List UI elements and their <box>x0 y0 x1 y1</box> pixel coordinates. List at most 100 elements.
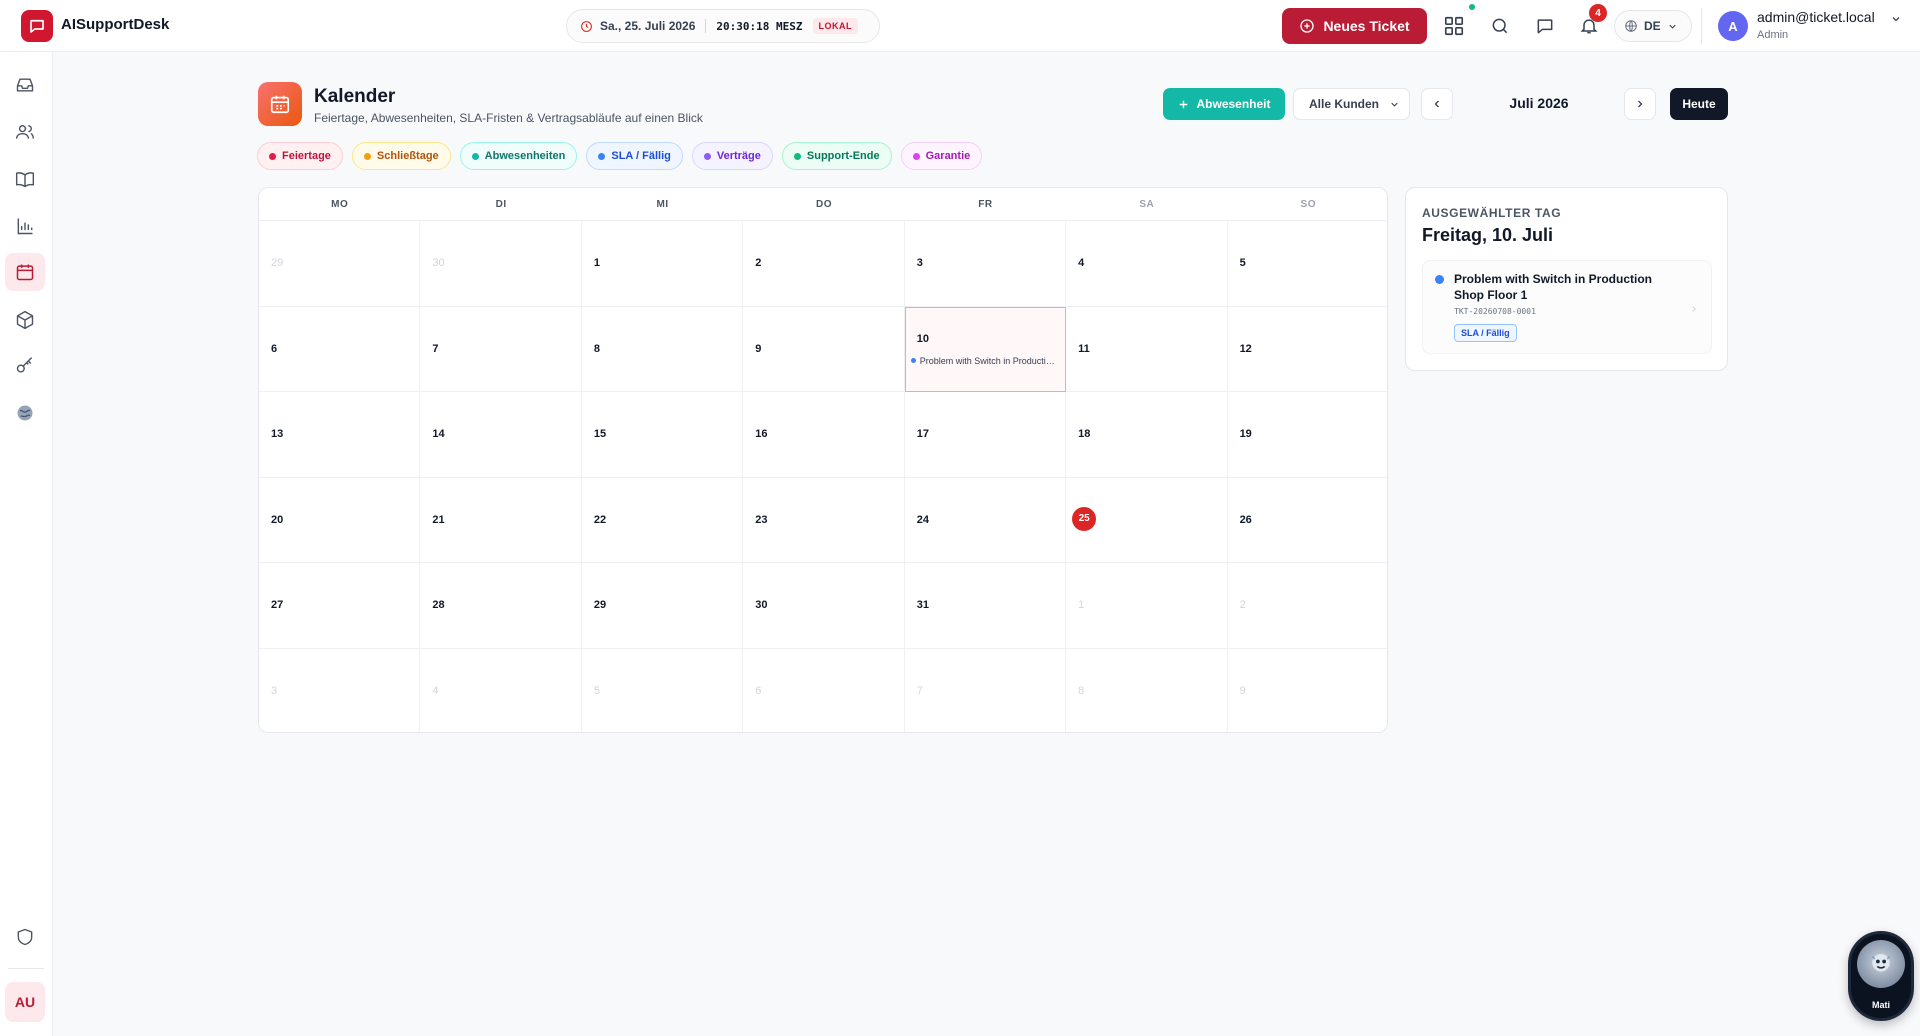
add-absence-label: Abwesenheit <box>1196 97 1271 111</box>
chat-icon[interactable] <box>1531 12 1559 40</box>
day-cell[interactable]: 30 <box>743 563 905 649</box>
day-cell[interactable]: 19 <box>1227 392 1387 478</box>
day-number: 8 <box>593 342 600 355</box>
legend-chip[interactable]: Support-Ende <box>781 142 892 170</box>
day-cell[interactable]: 23 <box>743 477 905 563</box>
sidebar-item-users[interactable] <box>5 113 45 151</box>
day-cell[interactable]: 21 <box>420 477 582 563</box>
day-cell[interactable]: 6 <box>259 306 421 392</box>
day-cell[interactable]: 1 <box>581 221 744 307</box>
day-cell[interactable]: 5 <box>1227 221 1387 307</box>
day-cell[interactable]: 10 Problem with Switch in Production Shop… <box>904 306 1067 392</box>
day-number: 2 <box>755 257 762 269</box>
day-cell[interactable]: 15 <box>581 392 744 478</box>
new-ticket-button[interactable]: Neues Ticket <box>1282 8 1427 44</box>
day-number: 29 <box>271 257 284 269</box>
day-cell[interactable]: 8 <box>581 306 744 392</box>
day-cell[interactable]: 12 <box>1227 307 1387 392</box>
sidebar-item-reports[interactable] <box>5 207 45 245</box>
calendar-grid: 29 30 1 2 3 4 5 6 7 8 9 10 Problem with Switch in Pr… <box>259 221 1387 733</box>
legend-chip[interactable]: SLA / Fällig <box>586 142 683 170</box>
add-absence-button[interactable]: Abwesenheit <box>1163 88 1285 120</box>
sidebar-item-security[interactable] <box>5 918 45 956</box>
today-button[interactable]: Heute <box>1670 88 1728 120</box>
day-number: 22 <box>593 513 607 526</box>
day-cell[interactable]: 1 <box>1066 563 1228 649</box>
inbox-icon <box>16 78 34 92</box>
app-name[interactable]: AISupportDesk <box>61 16 169 33</box>
day-cell[interactable]: 24 <box>904 477 1067 563</box>
day-cell[interactable]: 28 <box>420 563 582 649</box>
weekday-label: SA <box>1139 199 1155 210</box>
assistant-launcher[interactable]: Mati <box>1848 931 1914 1021</box>
sidebar-item-assets[interactable] <box>5 301 45 339</box>
selected-day-panel: AUSGEWÄHLTER TAG Freitag, 10. Juli Probl… <box>1405 187 1728 371</box>
sidebar-item-inbox[interactable] <box>5 66 45 104</box>
day-cell[interactable]: 11 <box>1066 306 1228 392</box>
day-number: 6 <box>271 342 278 355</box>
day-cell[interactable]: 3 <box>904 221 1067 307</box>
selected-day-date: Freitag, 10. Juli <box>1422 225 1554 245</box>
user-avatar[interactable]: A <box>1718 11 1748 41</box>
day-number: 7 <box>916 684 923 697</box>
day-number: 9 <box>755 342 762 355</box>
day-cell[interactable]: 16 <box>743 392 905 478</box>
app-logo-icon[interactable] <box>21 10 53 42</box>
day-cell[interactable]: 2 <box>1227 563 1387 649</box>
bell-icon[interactable]: 4 <box>1575 4 1607 40</box>
legend-chip[interactable]: Verträge <box>691 142 773 170</box>
day-cell[interactable]: 4 <box>1066 221 1228 307</box>
sidebar-item-knowledge[interactable] <box>5 160 45 198</box>
legend-dot <box>363 152 371 160</box>
day-cell[interactable]: 7 <box>420 306 582 392</box>
legend-chip[interactable]: Garantie <box>900 142 983 170</box>
day-cell[interactable]: 22 <box>581 477 744 563</box>
day-cell[interactable]: 2 <box>743 221 905 307</box>
day-cell[interactable]: 9 <box>743 306 905 392</box>
sidebar-item-network[interactable] <box>5 394 45 432</box>
sidebar-item-calendar[interactable] <box>5 253 45 291</box>
day-cell[interactable]: 8 <box>1066 648 1228 732</box>
day-cell[interactable]: 26 <box>1227 478 1387 563</box>
day-cell[interactable]: 6 <box>743 648 905 732</box>
calendar-event[interactable]: Problem with Switch in Production Shop F… <box>910 356 1059 366</box>
language-selector[interactable]: DE <box>1614 10 1692 42</box>
day-cell[interactable]: 27 <box>259 563 421 649</box>
day-cell[interactable]: 5 <box>582 648 744 732</box>
previous-month-button[interactable] <box>1421 88 1453 120</box>
event-card[interactable]: Problem with Switch in Production Shop F… <box>1422 260 1712 354</box>
day-cell[interactable]: 14 <box>420 392 582 478</box>
current-user-badge[interactable]: AU <box>5 982 45 1022</box>
day-cell[interactable]: 17 <box>904 392 1067 478</box>
day-cell[interactable]: 31 <box>904 563 1067 649</box>
day-cell[interactable]: 4 <box>420 648 582 732</box>
apps-grid-icon[interactable] <box>1440 12 1468 40</box>
day-number: 18 <box>1078 428 1091 440</box>
legend-chip[interactable]: Schließtage <box>351 142 451 170</box>
day-number: 10 <box>916 332 929 345</box>
day-cell[interactable]: 9 <box>1228 649 1387 733</box>
customer-filter-select[interactable]: Alle Kunden <box>1293 88 1410 120</box>
search-icon[interactable] <box>1486 12 1514 40</box>
page-title: Kalender <box>314 86 396 107</box>
day-cell[interactable]: 18 <box>1066 392 1228 478</box>
day-cell[interactable]: 13 <box>259 392 421 478</box>
user-email[interactable]: admin@ticket.local <box>1757 9 1875 25</box>
status-dot <box>1469 4 1475 10</box>
day-cell[interactable]: 7 <box>905 648 1067 732</box>
next-month-button[interactable] <box>1624 88 1656 120</box>
legend-chip[interactable]: Feiertage <box>257 142 343 170</box>
day-cell[interactable]: 29 <box>581 563 744 649</box>
day-cell[interactable]: 20 <box>259 477 421 563</box>
day-number: 29 <box>593 599 607 611</box>
day-cell[interactable]: 30 <box>420 221 582 307</box>
user-menu-chevron-icon[interactable] <box>1890 12 1902 30</box>
day-cell[interactable]: 25 <box>1066 477 1228 563</box>
sidebar-item-licenses[interactable] <box>5 347 45 385</box>
legend-label: Garantie <box>925 150 971 162</box>
weekday-label: FR <box>978 199 993 210</box>
day-cell[interactable]: 3 <box>259 648 421 732</box>
legend-chip[interactable]: Abwesenheiten <box>459 142 578 170</box>
day-cell[interactable]: 29 <box>259 221 421 307</box>
day-number: 12 <box>1239 342 1252 355</box>
